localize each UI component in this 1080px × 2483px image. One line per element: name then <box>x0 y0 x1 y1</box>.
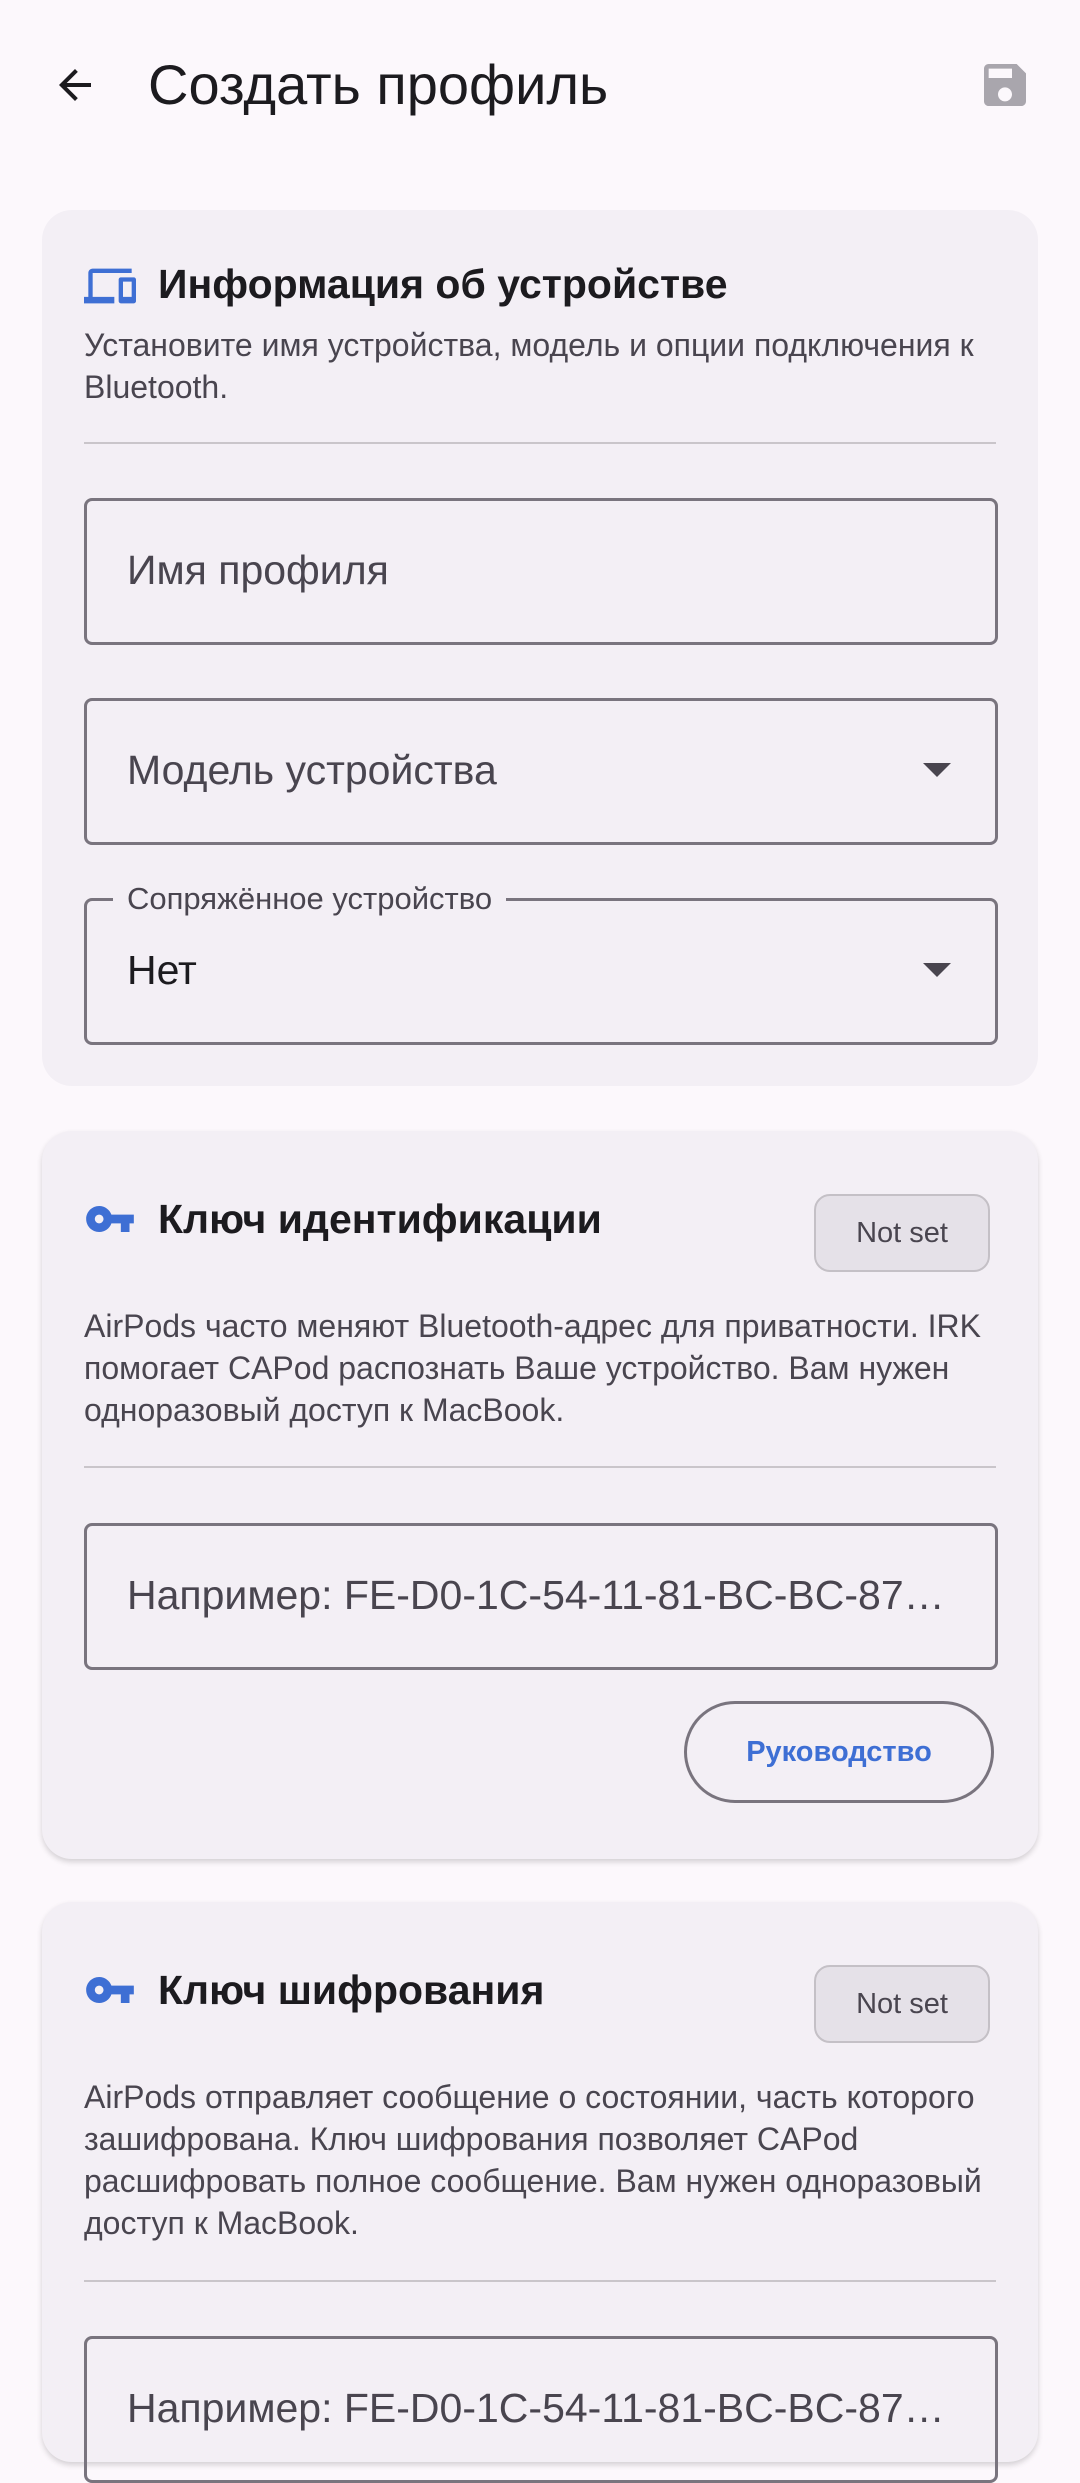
top-app-bar: Создать профиль <box>0 0 1080 170</box>
device-info-title: Информация об устройстве <box>158 261 728 307</box>
encryption-key-description: AirPods отправляет сообщение о состоянии… <box>84 2079 982 2241</box>
arrow-back-icon <box>59 69 91 101</box>
encryption-key-card: Ключ шифрования Not set AirPods отправля… <box>42 1902 1038 2483</box>
encryption-key-input[interactable]: Например: FE-D0-1C-54-11-81-BC-BC-87-4A-… <box>84 2336 998 2483</box>
identity-key-placeholder: Например: FE-D0-1C-54-11-81-BC-BC-87-4A-… <box>127 1572 957 1618</box>
device-model-placeholder: Модель устройства <box>127 747 497 793</box>
device-info-description: Установите имя устройства, модель и опци… <box>84 327 974 405</box>
device-info-card: Информация об устройстве Установите имя … <box>42 210 1038 1086</box>
encryption-key-status-badge[interactable]: Not set <box>814 1965 990 2043</box>
save-button[interactable] <box>970 50 1040 120</box>
profile-name-input[interactable]: Имя профиля <box>84 498 998 645</box>
save-icon <box>984 64 1026 106</box>
guide-button[interactable]: Руководство <box>684 1701 994 1803</box>
dropdown-arrow-icon <box>923 763 951 777</box>
dropdown-arrow-icon <box>923 963 951 977</box>
identity-key-status-badge[interactable]: Not set <box>814 1194 990 1272</box>
encryption-key-title: Ключ шифрования <box>158 1967 545 2013</box>
back-button[interactable] <box>40 50 110 120</box>
identity-key-description: AirPods часто меняют Bluetooth-адрес для… <box>84 1308 981 1428</box>
profile-name-placeholder: Имя профиля <box>127 547 389 593</box>
encryption-key-placeholder: Например: FE-D0-1C-54-11-81-BC-BC-87-4A-… <box>127 2385 957 2431</box>
paired-device-dropdown[interactable]: Сопряжённое устройство Нет <box>84 879 998 1045</box>
identity-key-input[interactable]: Например: FE-D0-1C-54-11-81-BC-BC-87-4A-… <box>84 1523 998 1670</box>
key-icon <box>86 1977 134 2003</box>
divider <box>84 442 996 444</box>
paired-device-value: Нет <box>127 947 197 993</box>
divider <box>84 2280 996 2282</box>
identity-key-card: Ключ идентификации Not set AirPods часто… <box>42 1131 1038 1859</box>
page-title: Создать профиль <box>148 53 609 116</box>
device-model-dropdown[interactable]: Модель устройства <box>84 698 998 845</box>
paired-device-label: Сопряжённое устройство <box>113 879 507 919</box>
key-icon <box>86 1206 134 1232</box>
devices-icon <box>84 268 136 304</box>
divider <box>84 1466 996 1468</box>
identity-key-title: Ключ идентификации <box>158 1196 602 1242</box>
